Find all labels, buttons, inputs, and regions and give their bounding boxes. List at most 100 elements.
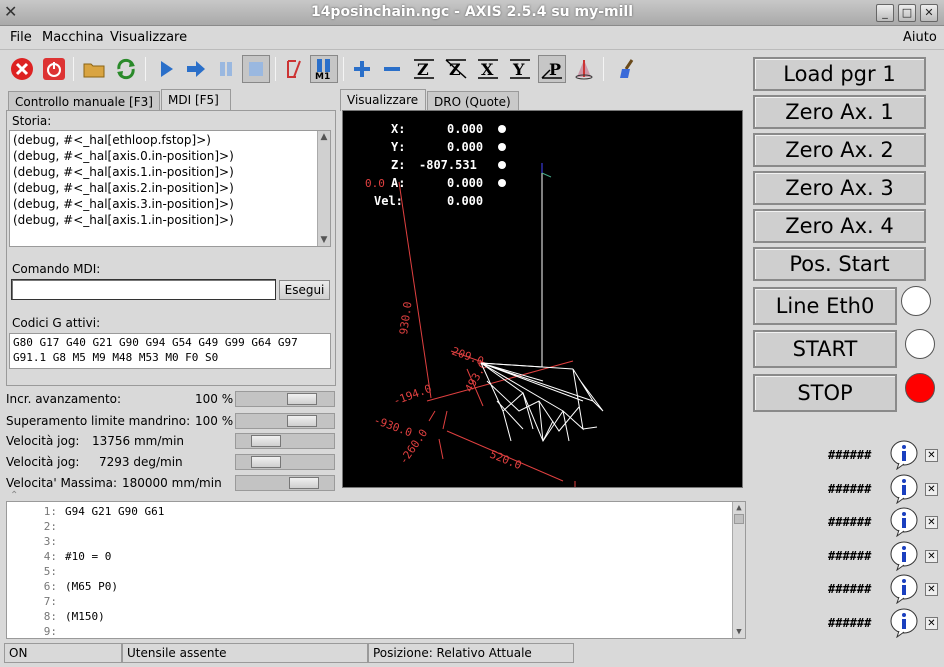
power-icon[interactable] (40, 55, 68, 83)
spindle-override-label: Superamento limite mandrino: (6, 414, 191, 428)
view-z-icon[interactable]: Z (410, 55, 438, 83)
gcode-editor[interactable]: 1: G94 G21 G90 G61 2: 3: 4: #10 = 0 5: 6: (M65 P… (6, 501, 746, 639)
code-line[interactable]: G94 G21 G90 G61 (65, 505, 164, 518)
line-eth0-led (901, 286, 931, 316)
view-x-icon[interactable]: X (474, 55, 502, 83)
clear-plot-icon[interactable] (614, 55, 642, 83)
view-z-label: Z (417, 60, 429, 79)
history-list[interactable]: (debug, #<_hal[ethloop.fstop]>) (debug, … (9, 130, 331, 247)
estop-icon[interactable] (8, 55, 36, 83)
code-line[interactable]: (M150) (65, 610, 105, 623)
pause-icon[interactable] (212, 55, 240, 83)
view-p-icon[interactable]: P (538, 55, 566, 83)
scroll-down-icon[interactable]: ▼ (318, 234, 330, 246)
block-delete-icon[interactable] (280, 55, 308, 83)
pos-start-button[interactable]: Pos. Start (753, 247, 926, 281)
open-file-icon[interactable] (80, 55, 108, 83)
history-item[interactable]: (debug, #<_hal[axis.1.in-position]>) (13, 212, 327, 228)
menu-file[interactable]: File (10, 30, 32, 45)
info-icon[interactable] (889, 574, 919, 605)
step-icon[interactable] (182, 55, 210, 83)
dismiss-icon[interactable]: ✕ (925, 482, 938, 496)
optional-stop-icon[interactable]: M1 (310, 55, 338, 83)
start-button[interactable]: START (753, 330, 897, 368)
editor-scrollbar[interactable]: ▲ ▼ (732, 502, 745, 638)
history-item[interactable]: (debug, #<_hal[axis.2.in-position]>) (13, 180, 327, 196)
view-y-icon[interactable]: Y (506, 55, 534, 83)
code-line[interactable]: (M65 P0) (65, 580, 118, 593)
line-number: 1: (43, 505, 57, 518)
menu-bar: File Macchina Visualizzare Aiuto (0, 26, 944, 50)
jog-angular-thumb[interactable] (251, 456, 281, 468)
history-scrollbar[interactable]: ▲ ▼ (317, 131, 330, 246)
maximize-icon[interactable]: □ (898, 4, 916, 22)
pane-grip-icon[interactable]: ⌃ (10, 490, 18, 501)
info-icon[interactable] (889, 440, 919, 471)
tab-manual-control[interactable]: Controllo manuale [F3] (8, 91, 160, 111)
stop-button[interactable]: STOP (753, 374, 897, 412)
line-number: 5: (43, 565, 57, 578)
history-item[interactable]: (debug, #<_hal[ethloop.fstop]>) (13, 132, 327, 148)
jog-speed-slider[interactable] (235, 433, 335, 449)
info-icon[interactable] (889, 507, 919, 538)
code-line[interactable]: #10 = 0 (65, 550, 111, 563)
history-item[interactable]: (debug, #<_hal[axis.1.in-position]>) (13, 164, 327, 180)
spindle-override-thumb[interactable] (287, 415, 317, 427)
view-p-label: P (549, 60, 561, 79)
message-text: ###### (828, 481, 872, 496)
line-eth0-button[interactable]: Line Eth0 (753, 287, 897, 325)
zoom-in-icon[interactable] (348, 55, 376, 83)
info-icon[interactable] (889, 608, 919, 638)
spindle-override-slider[interactable] (235, 413, 335, 429)
tab-mdi[interactable]: MDI [F5] (161, 89, 231, 111)
view-z2-icon[interactable]: Z (442, 55, 470, 83)
mdi-command-input[interactable] (11, 279, 276, 300)
menu-view[interactable]: Visualizzare (110, 30, 187, 45)
jog-angular-label: Velocità jog: (6, 455, 80, 469)
mdi-run-button[interactable]: Esegui (279, 280, 330, 300)
plot-dim-label: 520.0 (488, 448, 524, 472)
max-velocity-thumb[interactable] (289, 477, 319, 489)
close-icon[interactable]: ✕ (920, 4, 938, 22)
zero-axis-4-button[interactable]: Zero Ax. 4 (753, 209, 926, 243)
zero-axis-2-button[interactable]: Zero Ax. 2 (753, 133, 926, 167)
editor-scroll-thumb[interactable] (734, 514, 744, 524)
active-gcodes-line: G80 G17 G40 G21 G90 G94 G54 G49 G99 G64 … (13, 336, 298, 349)
title-bar[interactable]: ✕ 14posinchain.ngc - AXIS 2.5.4 su my-mi… (0, 0, 944, 26)
tab-dro[interactable]: DRO (Quote) (427, 91, 519, 111)
reload-icon[interactable] (112, 55, 140, 83)
minimize-icon[interactable]: _ (876, 4, 894, 22)
plot-origin-label: 0.0 (365, 177, 385, 190)
scroll-up-icon[interactable]: ▲ (318, 131, 330, 143)
dismiss-icon[interactable]: ✕ (925, 583, 938, 596)
stop-icon[interactable] (242, 55, 270, 83)
zoom-out-icon[interactable] (378, 55, 406, 83)
toolpath-preview[interactable]: X: 0.000 Y: 0.000 Z: -807.531 A: 0.000 V… (342, 110, 743, 488)
info-icon[interactable] (889, 541, 919, 571)
scroll-up-icon[interactable]: ▲ (733, 502, 745, 514)
feed-override-slider[interactable] (235, 391, 335, 407)
dismiss-icon[interactable]: ✕ (925, 449, 938, 462)
zero-axis-3-button[interactable]: Zero Ax. 3 (753, 171, 926, 205)
history-item[interactable]: (debug, #<_hal[axis.0.in-position]>) (13, 148, 327, 164)
load-program-button[interactable]: Load pgr 1 (753, 57, 926, 91)
max-velocity-slider[interactable] (235, 475, 335, 491)
dismiss-icon[interactable]: ✕ (925, 616, 938, 630)
jog-angular-slider[interactable] (235, 454, 335, 470)
message-text: ###### (828, 448, 872, 462)
line-number: 9: (43, 625, 57, 638)
rotate-icon[interactable] (570, 55, 598, 83)
menu-machine[interactable]: Macchina (42, 30, 104, 45)
run-icon[interactable] (152, 55, 180, 83)
feed-override-thumb[interactable] (287, 393, 317, 405)
history-item[interactable]: (debug, #<_hal[axis.3.in-position]>) (13, 196, 327, 212)
scroll-down-icon[interactable]: ▼ (733, 626, 745, 638)
info-icon[interactable] (889, 474, 919, 504)
dismiss-icon[interactable]: ✕ (925, 516, 938, 529)
menu-help[interactable]: Aiuto (903, 30, 937, 45)
zero-axis-1-button[interactable]: Zero Ax. 1 (753, 95, 926, 129)
tab-preview[interactable]: Visualizzare (340, 89, 426, 111)
dismiss-icon[interactable]: ✕ (925, 549, 938, 563)
active-gcodes-line: G91.1 G8 M5 M9 M48 M53 M0 F0 S0 (13, 351, 219, 364)
jog-speed-thumb[interactable] (251, 435, 281, 447)
